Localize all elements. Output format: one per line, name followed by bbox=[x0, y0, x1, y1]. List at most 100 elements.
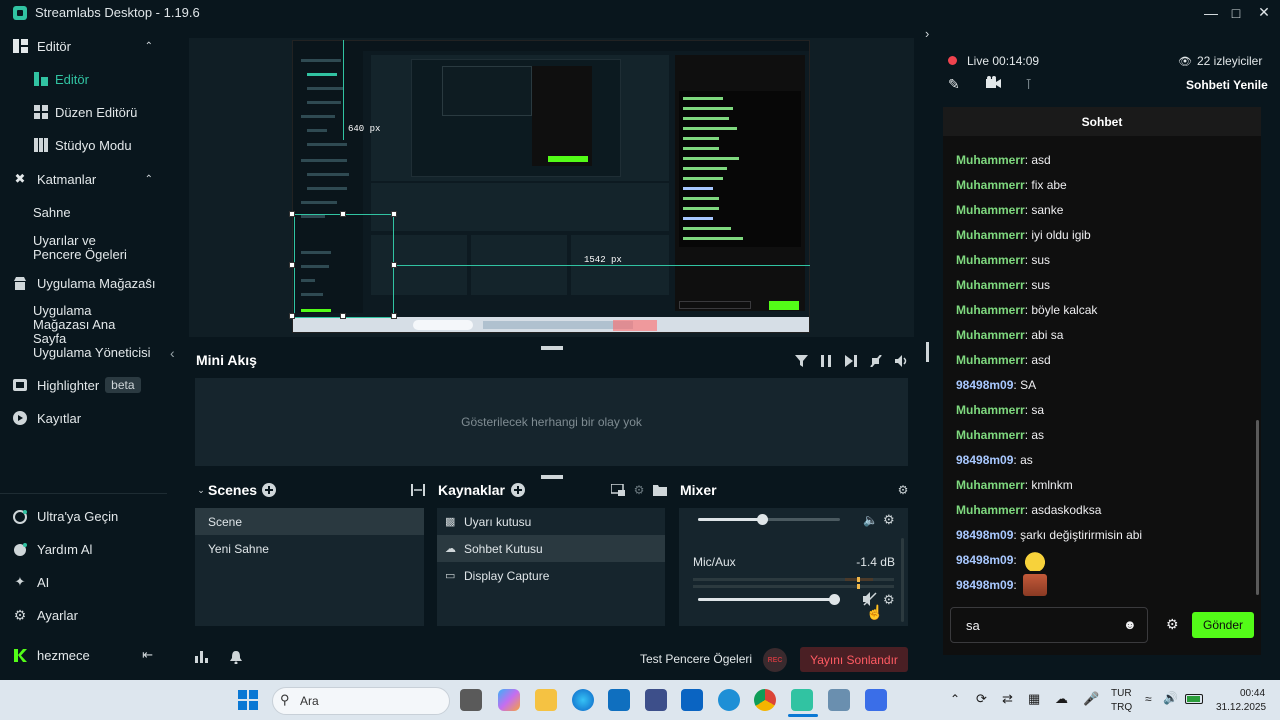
sidebar-item-highlighter[interactable]: Highlighter beta bbox=[0, 370, 167, 400]
chat-username[interactable]: Muhammerr bbox=[956, 228, 1025, 242]
microphone-icon[interactable]: 🎤 bbox=[1083, 691, 1099, 707]
scene-item[interactable]: Scene bbox=[195, 508, 424, 535]
resize-handle[interactable] bbox=[391, 262, 397, 268]
clock-time[interactable]: 00:44 bbox=[1240, 688, 1265, 699]
tray-app-icon[interactable]: ▦ bbox=[1028, 691, 1040, 707]
source-item[interactable]: ▭ Display Capture bbox=[437, 562, 665, 589]
mic-slider-knob[interactable] bbox=[829, 594, 841, 605]
share-icon[interactable]: ⊺ bbox=[1025, 76, 1032, 93]
volume-slider-knob[interactable] bbox=[756, 514, 768, 525]
filter-icon[interactable] bbox=[793, 353, 809, 369]
group-icon[interactable]: ⚙ bbox=[631, 482, 647, 498]
close-button[interactable]: ✕ bbox=[1249, 0, 1279, 25]
sidebar-item-ai[interactable]: ✦ AI bbox=[0, 567, 167, 597]
collapse-chat-icon[interactable]: › bbox=[925, 26, 929, 41]
app-icon[interactable] bbox=[828, 689, 850, 711]
add-scene-icon[interactable] bbox=[261, 482, 277, 498]
sidebar-item-help[interactable]: Yardım Al bbox=[0, 534, 167, 564]
app-icon[interactable] bbox=[645, 689, 667, 711]
maximize-button[interactable]: □ bbox=[1221, 0, 1251, 25]
scene-item[interactable]: Yeni Sahne bbox=[195, 535, 424, 562]
sidebar-item-app-manager[interactable]: Uygulama Yöneticisi bbox=[0, 337, 167, 367]
source-item[interactable]: ☁ Sohbet Kutusu bbox=[437, 535, 665, 562]
copilot-icon[interactable] bbox=[498, 689, 520, 711]
resize-handle[interactable] bbox=[391, 313, 397, 319]
chat-username[interactable]: Muhammerr bbox=[956, 428, 1025, 442]
chat-username[interactable]: Muhammerr bbox=[956, 203, 1025, 217]
resize-handle[interactable] bbox=[289, 211, 295, 217]
resize-handle[interactable] bbox=[340, 313, 346, 319]
wifi-icon[interactable]: ≈ bbox=[1145, 692, 1152, 706]
sidebar-item-ultra[interactable]: Ultra'ya Geçin bbox=[0, 501, 167, 531]
resize-handle[interactable] bbox=[340, 211, 346, 217]
logout-icon[interactable]: ⇤ bbox=[142, 647, 153, 663]
volume-icon[interactable]: 🔈 bbox=[863, 513, 878, 527]
volume-icon[interactable] bbox=[894, 353, 910, 369]
sidebar-item-studio-mode[interactable]: Stüdyo Modu bbox=[0, 130, 167, 160]
mixer-scrollbar[interactable] bbox=[901, 538, 904, 622]
speaker-icon[interactable]: 🔊 bbox=[1163, 691, 1178, 705]
language-indicator-bottom[interactable]: TRQ bbox=[1111, 702, 1132, 713]
add-source-icon[interactable] bbox=[510, 482, 526, 498]
refresh-chat-button[interactable]: Sohbeti Yenile bbox=[1186, 78, 1268, 92]
chat-username[interactable]: Muhammerr bbox=[956, 478, 1025, 492]
tray-app-icon[interactable]: ⇄ bbox=[1002, 691, 1013, 707]
collapse-sidebar-icon[interactable]: ‹ bbox=[170, 345, 175, 361]
mixer-settings-icon[interactable]: ⚙ bbox=[895, 482, 911, 498]
resize-handle[interactable] bbox=[289, 313, 295, 319]
task-view-icon[interactable] bbox=[460, 689, 482, 711]
chat-username[interactable]: 98498m09 bbox=[956, 528, 1013, 542]
emoji-icon[interactable]: ☻ bbox=[1123, 617, 1137, 632]
battery-icon[interactable] bbox=[1185, 694, 1203, 704]
source-settings-icon[interactable] bbox=[610, 482, 626, 498]
channel-settings-icon[interactable]: ⚙ bbox=[883, 512, 895, 528]
folder-icon[interactable] bbox=[652, 482, 668, 498]
chat-username[interactable]: Muhammerr bbox=[956, 503, 1025, 517]
preview-resize-grip[interactable] bbox=[541, 346, 563, 350]
mute-alerts-icon[interactable] bbox=[868, 353, 884, 369]
store-app-icon[interactable] bbox=[608, 689, 630, 711]
chat-username[interactable]: 98498m09 bbox=[956, 553, 1013, 567]
skip-icon[interactable] bbox=[843, 353, 859, 369]
camera-icon[interactable] bbox=[986, 76, 1001, 92]
chat-scrollbar[interactable] bbox=[1256, 420, 1259, 595]
sidebar-item-alerts[interactable]: Uyarılar ve Pencere Ögeleri bbox=[0, 234, 167, 268]
sidebar-item-layout-editor[interactable]: Düzen Editörü bbox=[0, 97, 167, 127]
test-widgets-button[interactable]: Test Pencere Ögeleri bbox=[640, 652, 752, 666]
file-explorer-icon[interactable] bbox=[535, 689, 557, 711]
sidebar-item-editor-group[interactable]: Editör ⌃ bbox=[0, 31, 167, 61]
selection-box[interactable] bbox=[294, 214, 394, 318]
chat-username[interactable]: 98498m09 bbox=[956, 578, 1013, 592]
sidebar-item-recordings[interactable]: Kayıtlar bbox=[0, 403, 167, 433]
windows-start-icon[interactable] bbox=[238, 690, 258, 715]
sidebar-item-scene[interactable]: Sahne bbox=[0, 197, 167, 227]
sidebar-item-layers[interactable]: ✖ Katmanlar ⌃ bbox=[0, 164, 167, 194]
chat-username[interactable]: Muhammerr bbox=[956, 153, 1025, 167]
chat-username[interactable]: Muhammerr bbox=[956, 278, 1025, 292]
chat-username[interactable]: 98498m09 bbox=[956, 453, 1013, 467]
edit-stream-icon[interactable]: ✎ bbox=[948, 76, 960, 93]
source-item[interactable]: ▩ Uyarı kutusu bbox=[437, 508, 665, 535]
tray-chevron-icon[interactable]: ⌃ bbox=[950, 692, 960, 706]
sidebar-item-editor[interactable]: Editör bbox=[0, 64, 167, 94]
tray-app-icon[interactable]: ⟳ bbox=[976, 691, 987, 707]
tray-app-icon[interactable]: ☁ bbox=[1055, 691, 1068, 707]
send-button[interactable]: Gönder bbox=[1192, 612, 1254, 638]
edge-icon[interactable] bbox=[572, 689, 594, 711]
chat-settings-icon[interactable]: ⚙ bbox=[1166, 616, 1179, 633]
clock-date[interactable]: 31.12.2025 bbox=[1216, 702, 1266, 713]
sidebar-item-app-store[interactable]: Uygulama Mağazası ⌃ bbox=[0, 268, 167, 298]
notifications-icon[interactable] bbox=[230, 651, 242, 667]
chat-username[interactable]: Muhammerr bbox=[956, 303, 1025, 317]
resize-handle[interactable] bbox=[391, 211, 397, 217]
pause-icon[interactable] bbox=[818, 353, 834, 369]
chat-username[interactable]: 98498m09 bbox=[956, 378, 1013, 392]
streamlabs-taskbar-icon[interactable] bbox=[791, 689, 813, 711]
chat-username[interactable]: Muhammerr bbox=[956, 253, 1025, 267]
chat-username[interactable]: Muhammerr bbox=[956, 328, 1025, 342]
sidebar-item-account[interactable]: hezmece ⇤ bbox=[0, 640, 167, 670]
scene-transition-icon[interactable] bbox=[410, 482, 426, 498]
chat-app-icon[interactable] bbox=[718, 689, 740, 711]
taskbar-search[interactable] bbox=[272, 687, 450, 715]
channel-settings-icon[interactable]: ⚙ bbox=[883, 592, 895, 608]
